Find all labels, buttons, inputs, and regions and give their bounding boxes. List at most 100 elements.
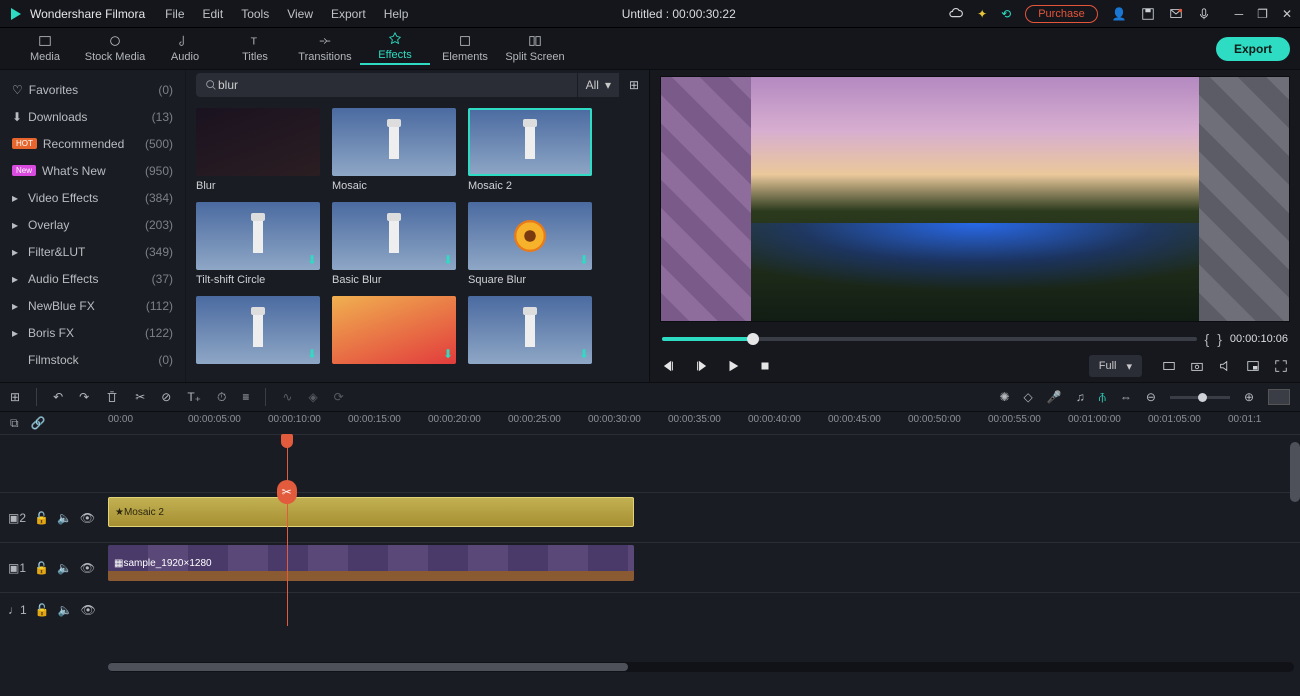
effect-thumb[interactable]: ⬇ [468,202,592,270]
adjust-icon[interactable]: ≡ [242,390,249,404]
effect-card[interactable]: ⬇ [196,296,320,368]
record-mic-icon[interactable]: 🎤 [1047,390,1062,404]
stop-icon[interactable] [758,359,772,374]
track-head[interactable]: ♩1🔓🔈👁 [0,592,108,626]
fit-icon[interactable]: ⇔ [1120,390,1132,404]
download-icon[interactable]: ⬇ [307,253,317,267]
tab-effects[interactable]: Effects [360,32,430,65]
mark-out-icon[interactable]: } [1217,331,1222,347]
text-icon[interactable]: T₊ [187,390,201,404]
menu-edit[interactable]: Edit [203,7,224,21]
sidebar-item[interactable]: ▸Audio Effects(37) [0,265,185,292]
layout-icon[interactable]: ⊞ [10,390,20,404]
next-frame-icon[interactable] [694,359,708,374]
download-icon[interactable]: ⬇ [579,347,589,361]
preview-canvas[interactable] [660,76,1290,322]
visibility-icon[interactable]: 👁 [80,561,95,575]
clip[interactable]: ★ Mosaic 2 [108,497,634,527]
effect-thumb[interactable]: ⬇ [196,296,320,364]
tab-stock-media[interactable]: Stock Media [80,34,150,63]
download-icon[interactable]: ⬇ [307,347,317,361]
headset-icon[interactable]: ⟲ [1001,7,1011,21]
menu-view[interactable]: View [287,7,313,21]
mark-in-icon[interactable]: { [1205,331,1210,347]
tab-titles[interactable]: TTitles [220,34,290,63]
tab-media[interactable]: Media [10,34,80,63]
sidebar-item[interactable]: NewWhat's New(950) [0,157,185,184]
prev-frame-icon[interactable] [662,359,676,374]
render-icon[interactable]: ⟳ [334,390,344,404]
menu-export[interactable]: Export [331,7,366,21]
crop-prohibit-icon[interactable]: ⊘ [161,390,171,404]
seek-knob[interactable] [747,333,759,345]
split-icon[interactable]: ✂ [135,390,145,404]
sidebar-item[interactable]: HOTRecommended(500) [0,130,185,157]
tab-transitions[interactable]: Transitions [290,34,360,63]
search-box[interactable] [196,73,577,97]
zoom-slider[interactable] [1170,396,1230,399]
play-icon[interactable] [726,359,740,374]
sidebar-item[interactable]: Filmstock(0) [0,346,185,373]
effect-thumb[interactable]: ⬇ [196,202,320,270]
lightbulb-icon[interactable]: ✦ [977,7,987,21]
minimize-icon[interactable]: ─ [1235,7,1244,21]
effect-card[interactable]: ⬇ [332,296,456,368]
view-mode-dropdown[interactable]: Full▾ [1089,355,1142,377]
redo-icon[interactable]: ↷ [79,390,89,404]
track-head[interactable]: ▣1🔓🔈👁 [0,542,108,592]
effect-card[interactable]: Mosaic 2 [468,108,592,192]
fullscreen-icon[interactable] [1274,359,1288,374]
download-icon[interactable]: ⬇ [579,253,589,267]
zoom-out-icon[interactable]: ⊖ [1146,390,1156,404]
track-head[interactable]: ▣2🔓🔈👁 [0,492,108,542]
delete-icon[interactable] [105,390,119,405]
menu-help[interactable]: Help [384,7,409,21]
music-icon[interactable]: ♫ [1076,390,1085,404]
sidebar-item[interactable]: ▸NewBlue FX(112) [0,292,185,319]
effect-thumb[interactable]: ⬇ [332,296,456,364]
audio-adjust-icon[interactable]: ∿ [282,390,292,404]
effect-card[interactable]: ⬇ [468,296,592,368]
snap-icon[interactable]: ⫚ [1099,390,1106,405]
effect-card[interactable]: Mosaic [332,108,456,192]
speed-icon[interactable]: ⏱ [217,390,226,405]
lock-icon[interactable]: 🔓 [34,511,49,525]
filter-dropdown[interactable]: All▾ [577,73,619,97]
download-icon[interactable]: ⬇ [443,253,453,267]
menu-tools[interactable]: Tools [241,7,269,21]
save-icon[interactable] [1141,6,1155,21]
sidebar-item[interactable]: ▸Filter&LUT(349) [0,238,185,265]
marker-icon[interactable]: ◇ [1024,390,1033,404]
lock-icon[interactable]: 🔓 [35,603,50,617]
mute-icon[interactable]: 🔈 [58,603,73,617]
close-icon[interactable]: ✕ [1282,7,1292,21]
effect-thumb[interactable]: ⬇ [468,296,592,364]
keyframe-icon[interactable]: ◈ [308,390,317,404]
visibility-icon[interactable]: 👁 [81,603,96,617]
mute-icon[interactable]: 🔈 [57,561,72,575]
sidebar-item[interactable]: ♡Favorites(0) [0,76,185,103]
scissors-icon[interactable]: ✂ [277,480,297,504]
tab-audio[interactable]: Audio [150,34,220,63]
sidebar-item[interactable]: ⬇Downloads(13) [0,103,185,130]
cloud-icon[interactable] [949,6,963,21]
effect-thumb[interactable] [332,108,456,176]
sidebar-item[interactable]: ▸Video Effects(384) [0,184,185,211]
timeline-vscrollbar[interactable] [1290,442,1300,502]
download-icon[interactable]: ⬇ [443,347,453,361]
quality-icon[interactable] [1162,359,1176,374]
timeline-settings-icon[interactable] [1268,389,1290,405]
effect-thumb[interactable] [468,108,592,176]
lock-icon[interactable]: 🔓 [34,561,49,575]
purchase-button[interactable]: Purchase [1025,5,1097,23]
volume-icon[interactable] [1218,359,1232,374]
sidebar-item[interactable]: ▸Overlay(203) [0,211,185,238]
menu-file[interactable]: File [165,7,184,21]
effect-thumb[interactable] [196,108,320,176]
search-input[interactable] [218,78,569,92]
color-icon[interactable]: ✺ [999,390,1009,404]
message-icon[interactable] [1169,6,1183,21]
pip-icon[interactable] [1246,359,1260,374]
maximize-icon[interactable]: ❐ [1257,7,1268,21]
link-icon[interactable]: 🔗 [31,416,46,431]
